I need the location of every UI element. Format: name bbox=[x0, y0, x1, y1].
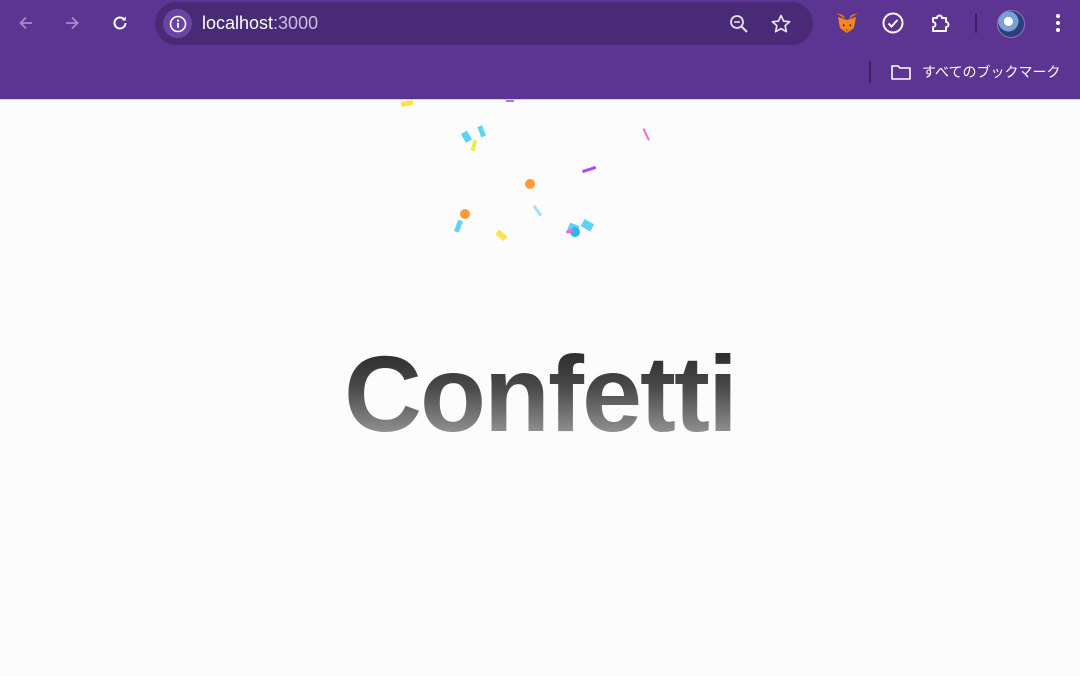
confetti-piece bbox=[400, 100, 414, 107]
confetti-piece bbox=[532, 204, 543, 217]
browser-frame: localhost:3000 すべてのブックマーク bbox=[0, 0, 1080, 100]
address-url[interactable]: localhost:3000 bbox=[202, 13, 318, 34]
confetti-piece bbox=[525, 179, 535, 189]
extensions-button[interactable] bbox=[925, 8, 955, 38]
url-host: localhost bbox=[202, 13, 274, 33]
confetti-piece bbox=[477, 125, 486, 138]
profile-avatar[interactable] bbox=[997, 10, 1025, 38]
site-info-icon bbox=[169, 15, 186, 32]
reload-button[interactable] bbox=[105, 8, 135, 38]
back-button[interactable] bbox=[11, 8, 41, 38]
metamask-extension-button[interactable] bbox=[832, 8, 862, 38]
confetti-piece bbox=[642, 128, 650, 141]
extensions-puzzle-icon bbox=[932, 14, 950, 32]
confetti-piece bbox=[454, 219, 463, 233]
zoom-button[interactable] bbox=[726, 11, 752, 37]
browser-toolbar: localhost:3000 bbox=[0, 0, 1080, 47]
bookmarks-bar: すべてのブックマーク bbox=[0, 47, 1080, 99]
metamask-fox-icon bbox=[836, 13, 858, 33]
zoom-icon bbox=[730, 15, 748, 33]
bookmarks-separator bbox=[869, 61, 871, 83]
forward-arrow-icon bbox=[66, 16, 79, 30]
confetti-piece bbox=[582, 165, 597, 174]
confetti-piece bbox=[506, 100, 514, 102]
confetti-particles bbox=[400, 100, 650, 242]
bookmark-star-icon bbox=[771, 14, 791, 33]
address-bar[interactable]: localhost:3000 bbox=[155, 2, 813, 45]
url-port: :3000 bbox=[273, 13, 319, 33]
confetti-piece bbox=[470, 139, 478, 152]
confetti-piece bbox=[495, 229, 508, 242]
site-info-button[interactable] bbox=[163, 9, 192, 38]
check-circle-icon bbox=[882, 12, 904, 34]
reload-icon bbox=[113, 16, 127, 30]
back-arrow-icon bbox=[19, 16, 32, 30]
forward-button[interactable] bbox=[57, 8, 87, 38]
confetti-piece bbox=[580, 219, 595, 232]
browser-menu-button[interactable] bbox=[1043, 8, 1073, 38]
confetti-piece bbox=[460, 209, 470, 219]
confetti-piece bbox=[460, 130, 472, 143]
page-content: Confetti bbox=[0, 100, 1080, 676]
bookmark-star-button[interactable] bbox=[768, 11, 794, 37]
kebab-menu-icon bbox=[1056, 14, 1060, 32]
all-bookmarks-label: すべてのブックマーク bbox=[922, 64, 1061, 80]
all-bookmarks-button[interactable]: すべてのブックマーク bbox=[890, 61, 1060, 83]
folder-icon bbox=[891, 65, 911, 80]
page-title: Confetti bbox=[0, 332, 1080, 456]
toolbar-separator bbox=[975, 13, 977, 33]
check-extension-button[interactable] bbox=[878, 8, 908, 38]
